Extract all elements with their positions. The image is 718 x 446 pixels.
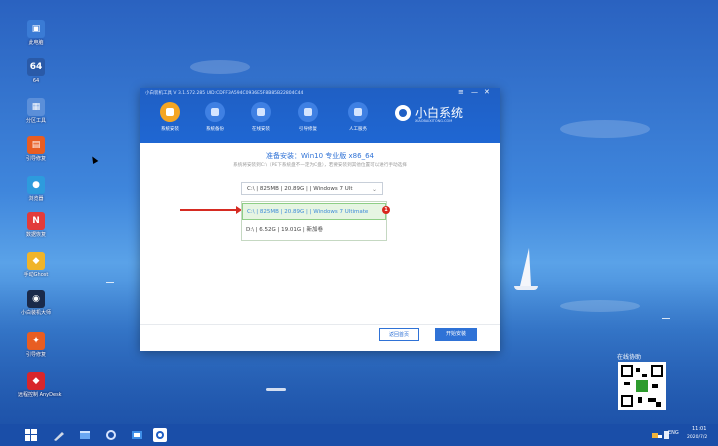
data-recovery-icon: N <box>27 212 45 230</box>
xiaobai-icon: ◉ <box>27 290 45 308</box>
tools-icon[interactable] <box>104 428 118 442</box>
divider <box>140 324 500 325</box>
tab-label: 系统安装 <box>161 127 179 132</box>
online-icon <box>251 102 271 122</box>
desktop-icon[interactable]: ▤ 引导修复 <box>18 136 54 162</box>
brand-url: XIAOBAIXITONG.COM <box>415 119 453 123</box>
ghost-icon: ◆ <box>27 252 45 270</box>
chevron-down-icon: ⌄ <box>371 186 377 193</box>
repair-icon: ✦ <box>27 332 45 350</box>
file-explorer-icon[interactable] <box>78 428 92 442</box>
desktop-icon[interactable]: ◉ 小白装机大师 <box>18 290 54 316</box>
app-header: 小白装机工具 V 3.1.572.285 UID:CDFF3A594C0936E… <box>140 88 500 143</box>
drive-option-d[interactable]: D:\ | 6.52G | 19.01G | 新加卷 <box>242 222 386 239</box>
close-button[interactable]: ✕ <box>484 88 490 96</box>
cloud <box>190 60 250 74</box>
window-icon[interactable] <box>130 428 144 442</box>
desktop-icon[interactable]: ✦ 引导修复 <box>18 332 54 358</box>
back-home-button[interactable]: 返回首页 <box>379 328 419 341</box>
tab-label: 系统备份 <box>206 127 224 132</box>
qr-code-image <box>618 362 666 410</box>
desktop-icon[interactable]: ▣ 此电脑 <box>18 20 54 46</box>
tab-system-backup[interactable]: 系统备份 <box>193 102 237 132</box>
desktop-icon-label: 手动Ghost <box>23 272 49 278</box>
sailboat-image <box>520 248 531 286</box>
sparkle <box>266 388 286 391</box>
pen-icon[interactable] <box>52 428 66 442</box>
desktop-icon-label: 数据恢复 <box>25 232 46 238</box>
desktop-icon[interactable]: 64 64 <box>18 58 54 84</box>
browser-icon: ● <box>27 176 45 194</box>
taskbar <box>0 424 718 446</box>
mouse-cursor-icon <box>89 154 99 165</box>
cloud <box>560 300 640 312</box>
clock-time: 11:01 <box>692 426 707 432</box>
tab-system-install[interactable]: 系统安装 <box>148 102 192 132</box>
sparkle <box>106 282 114 283</box>
drive-dropdown: C:\ | 825MB | 20.89G | | Windows 7 Ultim… <box>241 201 387 241</box>
desktop-icon[interactable]: ◆ 远程控制 AnyDesk <box>18 372 62 398</box>
install-icon <box>160 102 180 122</box>
desktop-icon-label: 小白装机大师 <box>20 310 51 316</box>
ghost64-icon: 64 <box>27 58 45 76</box>
desktop-icon-label: 64 <box>32 78 40 84</box>
tab-label: 在线安装 <box>252 127 270 132</box>
tab-label: 引导修复 <box>299 127 317 132</box>
backup-icon <box>205 102 225 122</box>
desktop-icon-label: 浏览器 <box>28 196 44 202</box>
desktop-background: ▣ 此电脑 64 64 ▦ 分区工具 ▤ 引导修复 ● 浏览器 N 数据恢复 ◆ 手动Ghost ◉ 小白装机… <box>0 0 718 424</box>
desktop-icon-label: 远程控制 AnyDesk <box>18 392 62 398</box>
drive-select[interactable]: C:\ | 825MB | 20.89G | | Windows 7 Ult ⌄ <box>241 182 383 195</box>
start-install-button[interactable]: 开始安装 <box>435 328 477 341</box>
selected-drive-value: C:\ | 825MB | 20.89G | | Windows 7 Ult <box>247 186 353 192</box>
desktop-icon-label: 引导修复 <box>25 352 46 358</box>
cloud <box>560 120 650 138</box>
desktop-icon-label: 此电脑 <box>28 40 44 46</box>
boot-icon <box>298 102 318 122</box>
xiaobai-app-window: 小白装机工具 V 3.1.572.285 UID:CDFF3A594C0936E… <box>140 88 500 351</box>
sparkle <box>662 318 670 319</box>
boot-repair-icon: ▤ <box>27 136 45 154</box>
clock-date: 2020/7/2 <box>687 435 708 440</box>
drive-option-c[interactable]: C:\ | 825MB | 20.89G | | Windows 7 Ultim… <box>242 203 386 220</box>
tab-online-install[interactable]: 在线安装 <box>239 102 283 132</box>
partition-icon: ▦ <box>27 98 45 116</box>
desktop-icon-label: 引导修复 <box>25 156 46 162</box>
install-title: 准备安装：Win10 专业版 x86_64 <box>266 152 374 160</box>
desktop-icon[interactable]: N 数据恢复 <box>18 212 54 238</box>
start-button[interactable] <box>24 428 38 442</box>
desktop-icon[interactable]: ◆ 手动Ghost <box>18 252 54 278</box>
service-icon <box>348 102 368 122</box>
xiaobai-taskbar-icon[interactable] <box>153 428 167 442</box>
window-title: 小白装机工具 V 3.1.572.285 UID:CDFF3A594C0936E… <box>145 91 304 96</box>
install-description: 系统将安装到C:\（PE下系统盘不一定为C盘），若要安装到其他位置可以进行手动选… <box>233 163 407 168</box>
ime-indicator[interactable]: ENG <box>668 430 679 436</box>
anydesk-icon: ◆ <box>27 372 45 390</box>
desktop-icon[interactable]: ▦ 分区工具 <box>18 98 54 124</box>
desktop-icon-label: 分区工具 <box>25 118 46 124</box>
tab-boot-repair[interactable]: 引导修复 <box>286 102 330 132</box>
step-badge: 1 <box>382 206 390 214</box>
tab-manual-service[interactable]: 人工服务 <box>336 102 380 132</box>
tab-label: 人工服务 <box>349 127 367 132</box>
red-arrow-annotation <box>180 206 242 214</box>
menu-icon[interactable]: ≡ <box>458 88 464 96</box>
computer-icon: ▣ <box>27 20 45 38</box>
minimize-button[interactable]: — <box>471 88 478 96</box>
desktop-icon[interactable]: ● 浏览器 <box>18 176 54 202</box>
brand-logo-icon <box>395 105 411 121</box>
sailboat-hull <box>514 286 538 290</box>
qr-label: 在线协助 <box>617 354 642 361</box>
